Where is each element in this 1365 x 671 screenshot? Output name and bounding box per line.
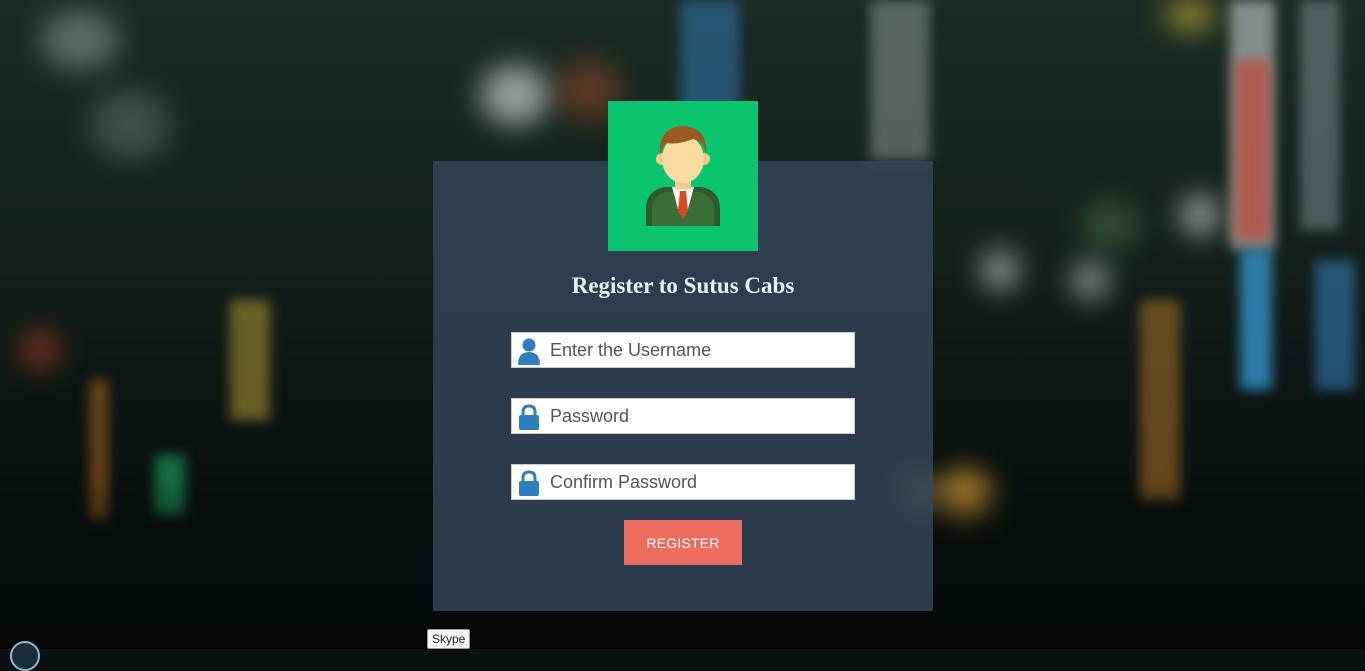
form-title: Register to Sutus Cabs — [571, 273, 795, 298]
register-button[interactable]: REGISTER — [624, 520, 742, 565]
password-field[interactable] — [511, 398, 855, 434]
user-icon — [518, 338, 540, 365]
confirm-password-input[interactable] — [550, 465, 850, 499]
corner-circle-icon[interactable] — [10, 641, 40, 671]
businessman-avatar-icon — [646, 126, 720, 226]
username-input[interactable] — [550, 333, 850, 367]
skype-tooltip: Skype — [427, 629, 471, 649]
confirm-password-field[interactable] — [511, 464, 855, 500]
username-field[interactable] — [511, 332, 855, 368]
password-input[interactable] — [550, 399, 850, 433]
avatar — [608, 101, 758, 251]
lock-icon — [519, 404, 539, 430]
lock-icon — [519, 470, 539, 496]
